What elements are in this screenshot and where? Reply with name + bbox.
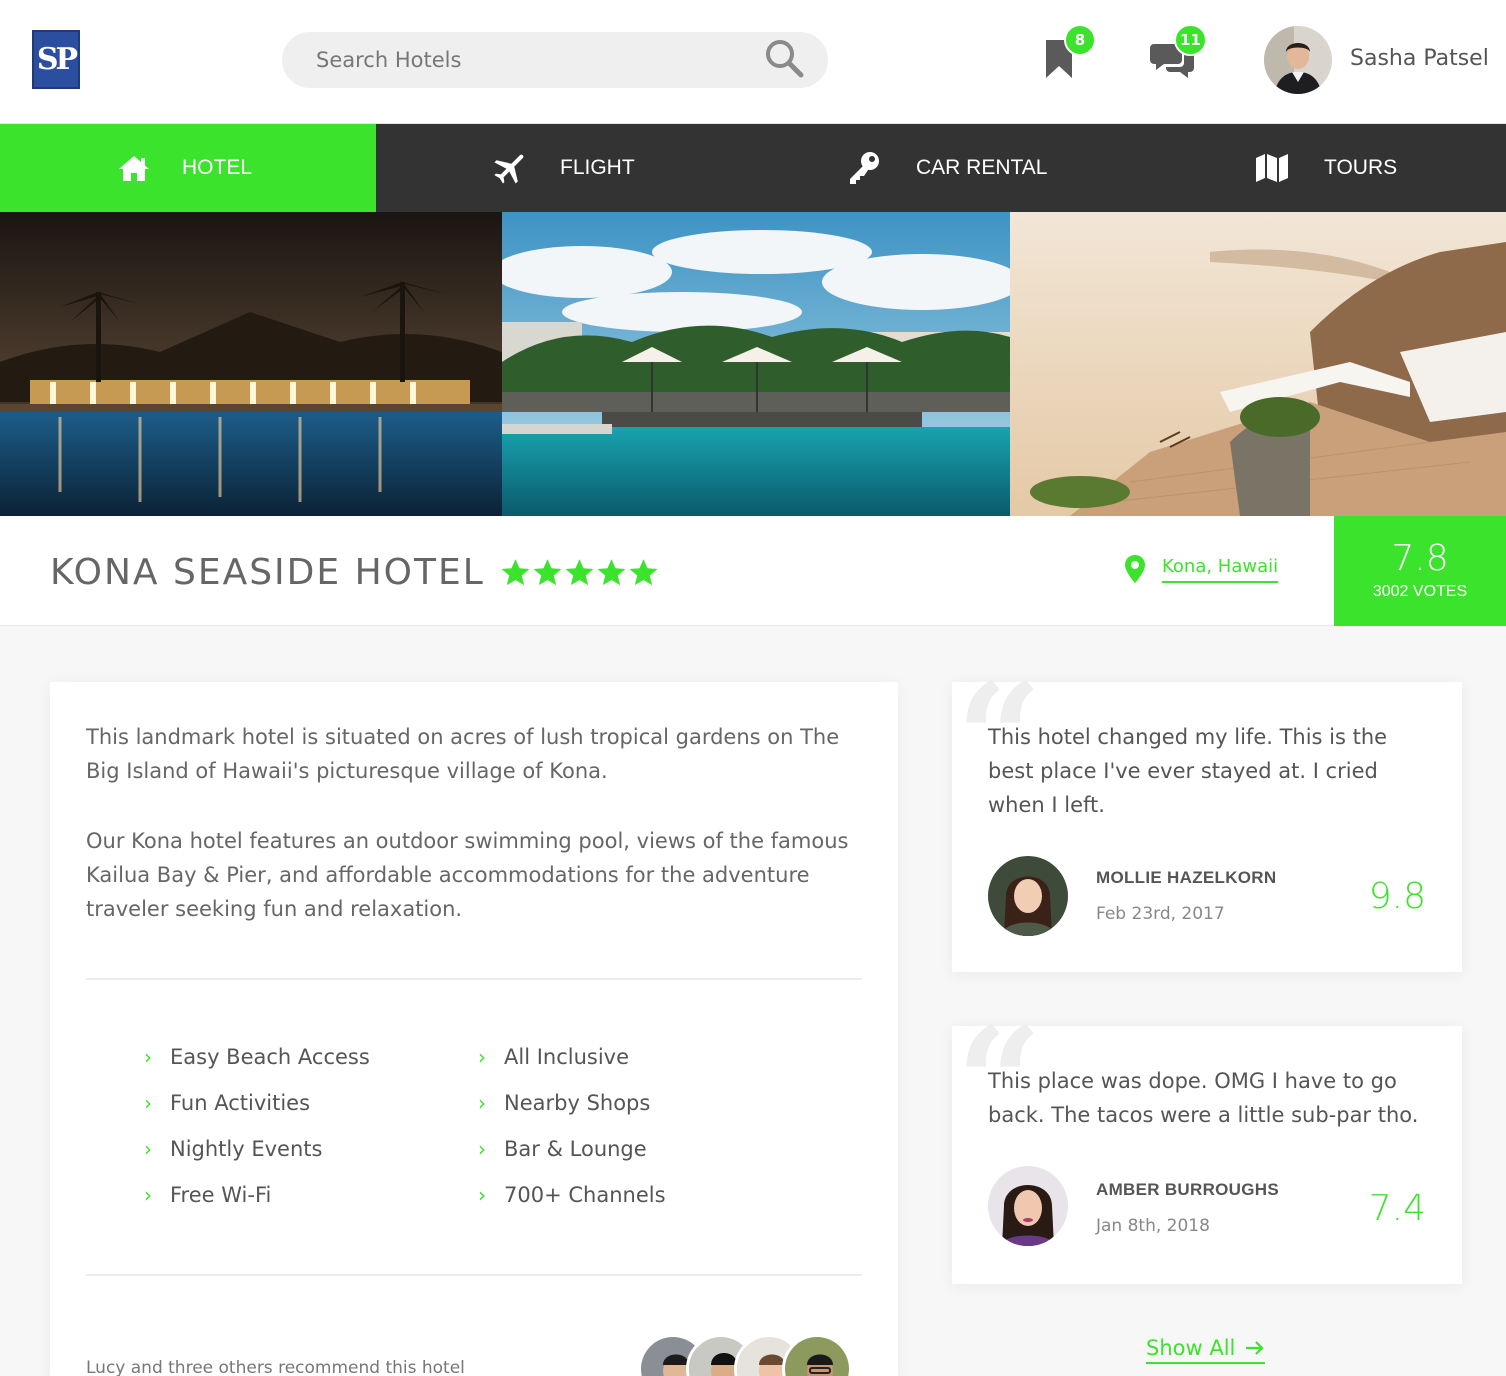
hotel-score-box: 7.8 3002 VOTES (1334, 516, 1506, 626)
location-link[interactable]: Kona, Hawaii (1162, 556, 1279, 583)
gallery-photo-day-pool[interactable] (502, 212, 1010, 516)
amenity-item: › Easy Beach Access (144, 1045, 370, 1069)
review-text: This hotel changed my life. This is the … (988, 725, 1388, 817)
chevron-right-icon: › (478, 1183, 486, 1207)
key-icon (850, 152, 879, 184)
star-icon (501, 559, 530, 586)
recommender-avatars[interactable] (638, 1334, 852, 1376)
chevron-right-icon: › (478, 1045, 486, 1069)
search-icon[interactable] (764, 38, 804, 78)
top-header: SP 8 11 Sasha Patsel (0, 0, 1506, 124)
amenities-right: › All Inclusive › Nearby Shops › Bar & Loun… (478, 1034, 666, 1218)
reviewer-name[interactable]: AMBER BURROUGHS (1096, 1180, 1279, 1200)
nav-label-flight: FLIGHT (560, 156, 635, 179)
divider (86, 978, 862, 980)
review-date: Feb 23rd, 2017 (1096, 904, 1225, 924)
chevron-right-icon: › (478, 1137, 486, 1161)
user-name[interactable]: Sasha Patsel (1350, 46, 1489, 71)
hotel-title: KONA SEASIDE HOTEL (50, 552, 485, 593)
search-bar (282, 32, 828, 88)
review-date: Jan 8th, 2018 (1096, 1216, 1210, 1236)
chevron-right-icon: › (478, 1091, 486, 1115)
nav-tab-flight[interactable]: FLIGHT (492, 124, 635, 212)
plane-icon (494, 154, 524, 184)
amenity-item: › All Inclusive (478, 1045, 630, 1069)
hotel-votes: 3002 VOTES (1372, 583, 1468, 600)
show-all-label: Show All (1146, 1336, 1236, 1360)
hotel-location: Kona, Hawaii (1124, 554, 1279, 584)
nav-label-hotel: HOTEL (182, 156, 253, 179)
star-icon (629, 559, 658, 586)
star-icon (533, 559, 562, 586)
arrow-right-icon (1246, 1341, 1264, 1355)
nav-label-car-rental: CAR RENTAL (916, 156, 1048, 179)
reviewer-name[interactable]: MOLLIE HAZELKORN (1096, 868, 1276, 888)
search-input[interactable] (316, 32, 756, 88)
star-rating (500, 558, 659, 588)
gallery-photo-cliff-terrace[interactable] (1010, 212, 1506, 516)
avatar[interactable] (782, 1334, 852, 1376)
nav-tab-car-rental[interactable]: CAR RENTAL (846, 124, 1047, 212)
map-icon (1256, 154, 1288, 182)
messages-button[interactable]: 11 (1150, 24, 1207, 82)
show-all-reviews-link[interactable]: Show All (1146, 1336, 1266, 1364)
amenity-item: › Fun Activities (144, 1091, 311, 1115)
hotel-score: 7.8 (1391, 538, 1449, 579)
chevron-right-icon: › (144, 1183, 152, 1207)
amenity-item: › Nightly Events (144, 1137, 323, 1161)
review-text: This place was dope. OMG I have to go ba… (988, 1069, 1419, 1127)
main-nav: HOTEL FLIGHT CAR RENTAL TOURS (0, 124, 1506, 212)
review-card: “ This hotel changed my life. This is th… (952, 664, 1462, 972)
site-logo[interactable]: SP (32, 30, 80, 89)
review-score: 9.8 (1368, 876, 1426, 917)
nav-label-tours: TOURS (1324, 156, 1398, 179)
divider (86, 1274, 862, 1276)
review-card: “ This place was dope. OMG I have to go … (952, 1008, 1462, 1284)
review-score: 7.4 (1368, 1188, 1426, 1229)
chevron-right-icon: › (144, 1137, 152, 1161)
description-paragraph: This landmark hotel is situated on acres… (86, 725, 840, 783)
hotel-gallery (0, 212, 1506, 516)
amenities-left: › Easy Beach Access › Fun Activities › Nigh… (144, 1034, 370, 1218)
nav-tab-tours[interactable]: TOURS (1254, 124, 1397, 212)
description-paragraph: Our Kona hotel features an outdoor swimm… (86, 829, 849, 921)
star-icon (597, 559, 626, 586)
star-icon (565, 559, 594, 586)
gallery-photo-night-pool[interactable] (0, 212, 502, 516)
home-icon (119, 156, 149, 181)
amenity-item: › Free Wi-Fi (144, 1183, 272, 1207)
recommend-text: Lucy and three others recommend this hot… (86, 1358, 465, 1376)
nav-tab-hotel[interactable]: HOTEL (0, 124, 376, 212)
amenity-item: › Nearby Shops (478, 1091, 651, 1115)
messages-badge: 11 (1174, 24, 1207, 56)
bookmarks-button[interactable]: 8 (1044, 24, 1096, 84)
reviewer-avatar[interactable] (988, 1166, 1068, 1246)
chevron-right-icon: › (144, 1091, 152, 1115)
hotel-details-card: This landmark hotel is situated on acres… (50, 682, 898, 1376)
chevron-right-icon: › (144, 1045, 152, 1069)
map-pin-icon (1125, 555, 1145, 583)
user-avatar[interactable] (1264, 26, 1332, 94)
amenity-item: › Bar & Lounge (478, 1137, 647, 1161)
bookmarks-badge: 8 (1064, 24, 1096, 56)
hotel-description: This landmark hotel is situated on acres… (86, 720, 866, 926)
hotel-title-bar: KONA SEASIDE HOTEL Kona, Hawaii 7.8 3002… (0, 516, 1506, 626)
reviewer-avatar[interactable] (988, 856, 1068, 936)
amenity-item: › 700+ Channels (478, 1183, 666, 1207)
